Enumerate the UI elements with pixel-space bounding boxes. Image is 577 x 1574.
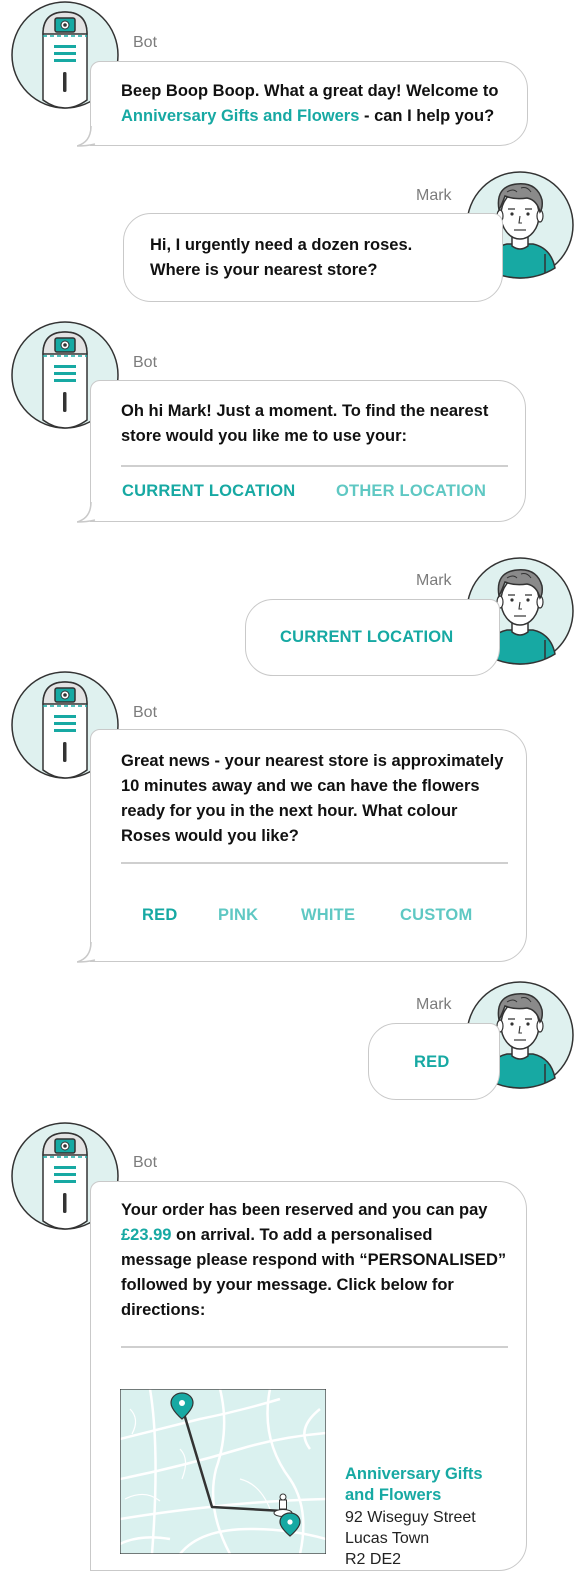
bubble-tail [77,942,96,963]
message-text: Anniversary Gifts and Flowers - can I he… [121,107,495,125]
bubble-tail [77,126,96,147]
sender-name: Bot [133,354,158,371]
option-pink[interactable]: PINK [218,906,258,925]
option-custom[interactable]: CUSTOM [400,906,472,925]
message-text: Hi, I urgently need a dozen roses. [150,236,413,254]
price: £23.99 [121,1226,172,1244]
reply-text: RED [414,1053,450,1071]
message-text: Great news - your nearest store is appro… [121,752,504,770]
store-town: Lucas Town [345,1530,430,1547]
message-text: Beep Boop Boop. What a great day! Welcom… [121,82,499,100]
divider [121,465,508,467]
message-text: store would you like me to use your: [121,427,408,445]
option-current-location[interactable]: CURRENT LOCATION [122,482,295,501]
store-link[interactable]: Anniversary Gifts and Flowers [121,107,359,125]
message-text: directions: [121,1301,206,1319]
option-red[interactable]: RED [142,906,177,925]
message-text: message please respond with “PERSONALISE… [121,1251,507,1269]
store-name[interactable]: Anniversary Gifts [345,1464,483,1485]
divider [121,862,508,864]
directions-map[interactable] [120,1389,326,1554]
bubble-tail [77,502,96,523]
reply-text: CURRENT LOCATION [280,628,454,646]
message-text: Your order has been reserved and you can… [121,1201,488,1219]
message-text: followed by your message. Click below fo… [121,1276,454,1294]
option-other-location[interactable]: OTHER LOCATION [336,482,486,501]
divider [121,1346,508,1348]
store-street: 92 Wiseguy Street [345,1509,476,1526]
message-text: 10 minutes away and we can have the flow… [121,777,480,795]
sender-name: Bot [133,1154,158,1171]
message-text: £23.99 on arrival. To add a personalised [121,1226,433,1244]
message-text: Roses would you like? [121,827,299,845]
message-text: Where is your nearest store? [150,261,378,279]
message-text: Oh hi Mark! Just a moment. To find the n… [121,402,489,420]
option-white[interactable]: WHITE [301,906,355,925]
store-postcode: R2 DE2 [345,1551,402,1568]
sender-name: Mark [416,187,452,204]
sender-name: Mark [416,572,452,589]
sender-name: Mark [416,996,452,1013]
sender-name: Bot [133,704,158,721]
message-text: ready for you in the next hour. What col… [121,802,458,820]
sender-name: Bot [133,34,158,51]
store-name[interactable]: and Flowers [345,1485,441,1506]
